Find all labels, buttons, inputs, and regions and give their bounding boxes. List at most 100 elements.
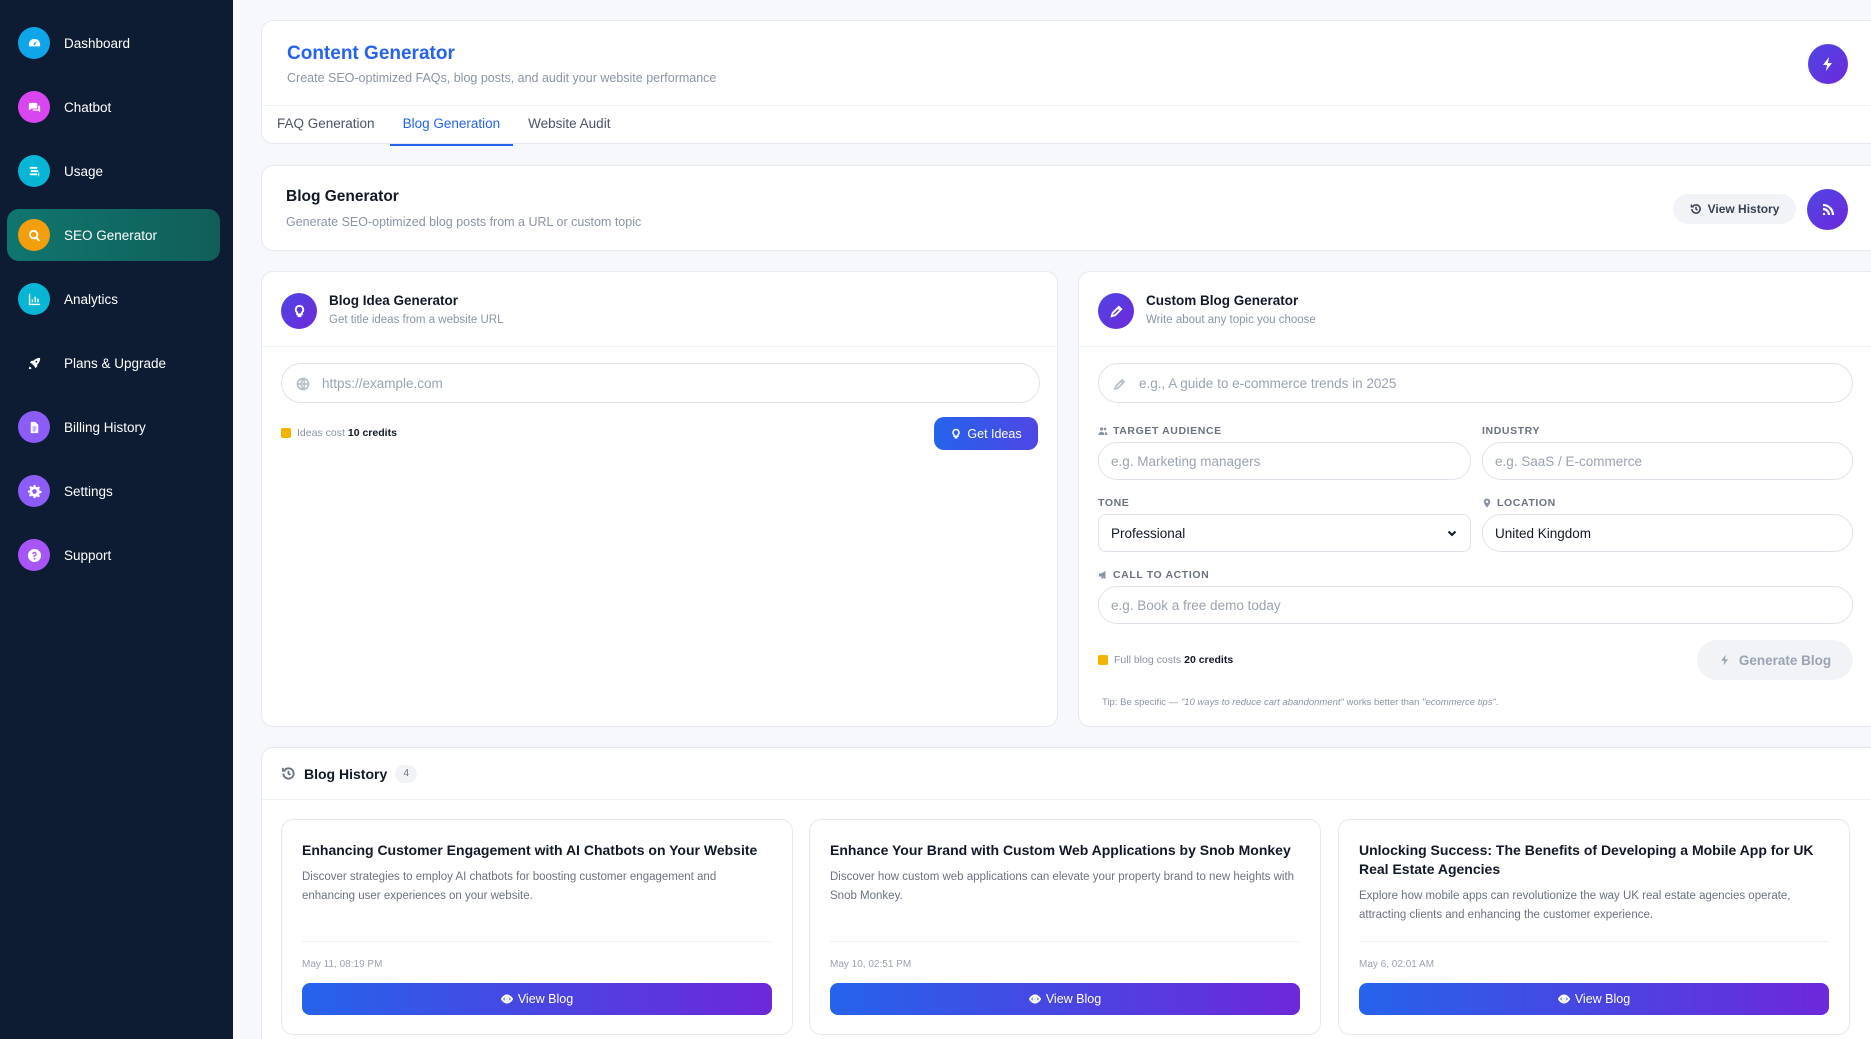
blog-item-description: Discover how custom web applications can… (830, 871, 1295, 902)
view-history-button[interactable]: View History (1673, 194, 1796, 224)
blog-cost: Full blog costs 20 credits (1098, 654, 1233, 666)
tip-bad-example: "ecommerce tips" (1422, 697, 1496, 708)
sidebar-item-settings[interactable]: Settings (7, 465, 220, 517)
lightning-icon (1721, 654, 1728, 666)
tip-prefix: Tip: Be specific — (1102, 697, 1181, 708)
sidebar-item-label: Dashboard (64, 35, 131, 51)
document-icon (18, 411, 50, 443)
ideas-cost: Ideas cost 10 credits (281, 427, 397, 439)
tab-blog-generation[interactable]: Blog Generation (389, 106, 514, 146)
tab-website-audit[interactable]: Website Audit (515, 106, 623, 146)
sidebar-item-billing-history[interactable]: Billing History (7, 401, 220, 453)
generate-blog-button[interactable]: Generate Blog (1697, 640, 1853, 680)
blog-item-title: Enhancing Customer Engagement with AI Ch… (302, 842, 758, 858)
main-content: Content Generator Create SEO-optimized F… (261, 20, 1871, 1039)
dashboard-icon (18, 27, 50, 59)
view-blog-label: View Blog (1045, 992, 1102, 1006)
blog-cost-prefix: Full blog costs (1114, 654, 1182, 666)
lightning-button[interactable] (1808, 44, 1848, 84)
blog-history-item: Unlocking Success: The Benefits of Devel… (1338, 819, 1850, 1035)
coin-icon (281, 428, 291, 438)
content-generator-header: Content Generator Create SEO-optimized F… (261, 20, 1871, 146)
blog-history: Blog History 4 Enhancing Customer Engage… (261, 747, 1871, 1039)
call-to-action-label: CALL TO ACTION (1098, 569, 1209, 581)
call-to-action-input[interactable]: e.g. Book a free demo today (1098, 586, 1853, 624)
tab-bar: FAQ Generation Blog Generation Website A… (262, 105, 1871, 146)
industry-label-text: INDUSTRY (1482, 425, 1541, 437)
feed-button[interactable] (1807, 189, 1848, 230)
sidebar-item-label: Settings (64, 483, 113, 499)
target-audience-placeholder: e.g. Marketing managers (1111, 453, 1261, 469)
tip-good-example: "10 ways to reduce cart abandonment" (1180, 697, 1344, 708)
topic-input[interactable]: e.g., A guide to e-commerce trends in 20… (1098, 363, 1853, 403)
get-ideas-button[interactable]: Get Ideas (934, 417, 1038, 450)
target-audience-label-text: TARGET AUDIENCE (1113, 425, 1222, 437)
blog-item-divider (1359, 941, 1829, 942)
view-blog-label: View Blog (517, 992, 574, 1006)
sidebar-item-analytics[interactable]: Analytics (7, 273, 220, 325)
pencil-icon (1113, 377, 1127, 391)
view-blog-button[interactable]: View Blog (1359, 983, 1829, 1015)
lightbulb-icon (281, 293, 317, 329)
page-subtitle: Create SEO-optimized FAQs, blog posts, a… (287, 71, 717, 85)
search-icon (18, 219, 50, 251)
target-audience-input[interactable]: e.g. Marketing managers (1098, 442, 1471, 480)
blog-history-count: 4 (395, 764, 418, 783)
sidebar-item-label: Usage (64, 163, 104, 179)
chat-icon (18, 91, 50, 123)
map-pin-icon (1483, 498, 1491, 508)
custom-generator-subtitle: Write about any topic you choose (1146, 314, 1316, 326)
industry-input[interactable]: e.g. SaaS / E-commerce (1482, 442, 1853, 480)
custom-generator-header: Custom Blog Generator Write about any to… (1079, 272, 1871, 347)
tab-faq-generation[interactable]: FAQ Generation (264, 106, 388, 146)
sidebar-item-seo-generator[interactable]: SEO Generator (7, 209, 220, 261)
custom-generator-title: Custom Blog Generator (1146, 293, 1299, 308)
tone-label: TONE (1098, 497, 1129, 509)
blog-history-item: Enhancing Customer Engagement with AI Ch… (281, 819, 793, 1035)
chart-icon (18, 283, 50, 315)
sidebar-item-usage[interactable]: Usage (7, 145, 220, 197)
blog-generator-header: Blog Generator Generate SEO-optimized bl… (261, 165, 1871, 251)
eye-icon (1557, 994, 1570, 1004)
location-value: United Kingdom (1495, 525, 1592, 541)
blog-history-item: Enhance Your Brand with Custom Web Appli… (809, 819, 1321, 1035)
industry-label: INDUSTRY (1482, 425, 1540, 437)
website-url-placeholder: https://example.com (322, 375, 443, 391)
blog-item-date: May 6, 02:01 AM (1359, 959, 1435, 970)
sidebar-item-plans[interactable]: Plans & Upgrade (7, 337, 220, 389)
sidebar-item-chatbot[interactable]: Chatbot (7, 81, 220, 133)
tip-text: Tip: Be specific — "10 ways to reduce ca… (1102, 697, 1499, 708)
blog-cost-value: 20 credits (1184, 654, 1234, 666)
blog-generator-subtitle: Generate SEO-optimized blog posts from a… (286, 215, 642, 229)
page-title: Content Generator (287, 43, 455, 64)
ideas-cost-prefix: Ideas cost (297, 427, 345, 439)
view-blog-button[interactable]: View Blog (302, 983, 772, 1015)
sidebar-item-label: Support (64, 547, 112, 563)
blog-item-divider (302, 941, 772, 942)
tone-select[interactable]: Professional (1098, 514, 1471, 552)
blog-item-date: May 10, 02:51 PM (830, 959, 912, 970)
lightbulb-icon (952, 428, 961, 438)
sidebar-item-label: Billing History (64, 419, 146, 435)
sidebar-item-support[interactable]: Support (7, 529, 220, 581)
target-audience-label: TARGET AUDIENCE (1098, 425, 1222, 437)
blog-item-title: Unlocking Success: The Benefits of Devel… (1359, 842, 1814, 877)
megaphone-icon (1099, 571, 1106, 579)
blog-item-title: Enhance Your Brand with Custom Web Appli… (830, 842, 1291, 858)
globe-icon (296, 377, 310, 391)
chevron-down-icon (1446, 527, 1458, 539)
users-icon (1098, 427, 1108, 435)
sidebar-item-dashboard[interactable]: Dashboard (7, 17, 220, 69)
website-url-input[interactable]: https://example.com (281, 363, 1040, 403)
call-to-action-label-text: CALL TO ACTION (1113, 569, 1210, 581)
gear-icon (18, 475, 50, 507)
tip-suffix: . (1495, 697, 1499, 708)
industry-placeholder: e.g. SaaS / E-commerce (1495, 453, 1643, 469)
blog-history-title: Blog History (304, 765, 388, 782)
eye-icon (1028, 994, 1041, 1004)
help-icon (18, 539, 50, 571)
view-blog-button[interactable]: View Blog (830, 983, 1300, 1015)
idea-generator-header: Blog Idea Generator Get title ideas from… (262, 272, 1057, 347)
blog-idea-generator: Blog Idea Generator Get title ideas from… (261, 271, 1058, 727)
location-input[interactable]: United Kingdom (1482, 514, 1853, 552)
